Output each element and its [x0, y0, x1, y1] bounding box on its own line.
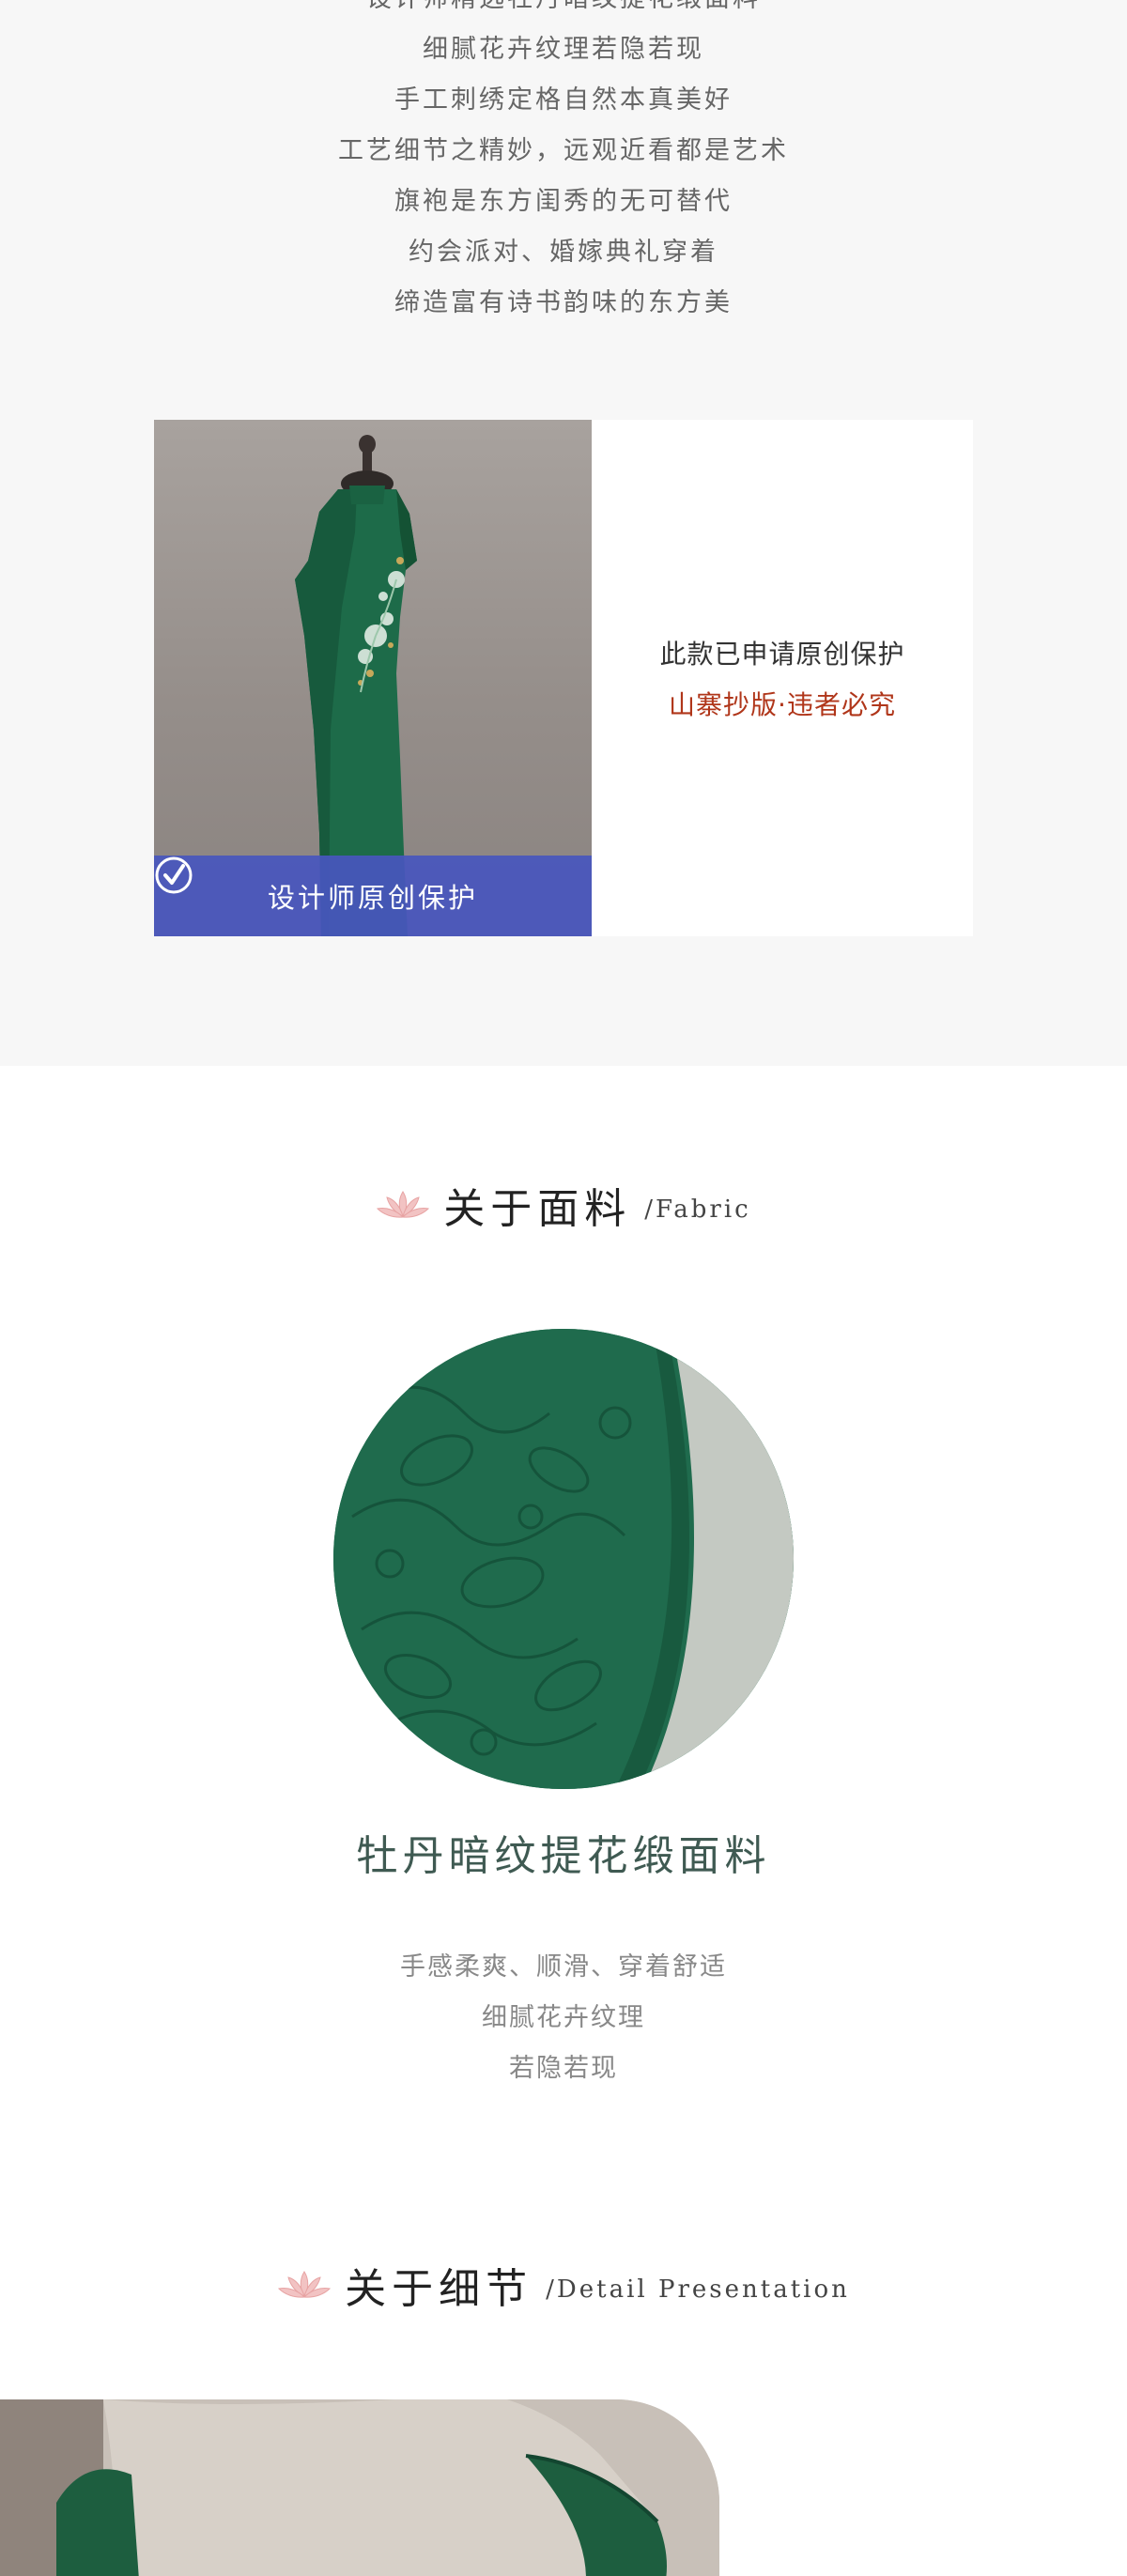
- original-design-badge: 设计师原创保护: [154, 856, 592, 936]
- fabric-closeup-photo: [333, 1329, 794, 1789]
- fabric-section-heading: 关于面料 /Fabric: [0, 1172, 1127, 1238]
- detail-photo: [0, 2399, 719, 2576]
- fabric-description: 手感柔爽、顺滑、穿着舒适 细腻花卉纹理 若隐若现: [0, 1942, 1127, 2094]
- intro-line: 旗袍是东方闺秀的无可替代: [394, 187, 733, 216]
- dress-photo: 设计师原创保护: [154, 420, 592, 936]
- detail-section-heading: 关于细节 /Detail Presentation: [0, 2252, 1127, 2318]
- intro-line: 手工刺绣定格自然本真美好: [394, 85, 733, 115]
- protection-notice-line: 此款已申请原创保护: [659, 639, 905, 670]
- intro-line: 细腻花卉纹理若隐若现: [423, 35, 704, 64]
- intro-line: 缔造富有诗书韵味的东方美: [394, 288, 733, 317]
- intro-text-lines: 设计师精选牡丹暗纹提花缎面料 细腻花卉纹理若隐若现 手工刺绣定格自然本真美好 工…: [0, 0, 1127, 329]
- protection-notice: 此款已申请原创保护 山寨抄版·违者必究: [592, 420, 973, 936]
- detail-section-subtitle: /Detail Presentation: [546, 2275, 850, 2304]
- collar-detail-illustration: [0, 2399, 719, 2576]
- intro-section: 设计师精选牡丹暗纹提花缎面料 细腻花卉纹理若隐若现 手工刺绣定格自然本真美好 工…: [0, 0, 1127, 1066]
- intro-line: 工艺细节之精妙，远观近看都是艺术: [338, 136, 789, 165]
- anti-copy-warning: 山寨抄版·违者必究: [669, 689, 896, 720]
- fabric-description-line: 细腻花卉纹理: [482, 2003, 645, 2032]
- original-protection-card: 设计师原创保护 此款已申请原创保护 山寨抄版·违者必究: [154, 420, 973, 936]
- fabric-description-line: 若隐若现: [509, 2054, 618, 2083]
- lotus-icon: [278, 2271, 332, 2298]
- fabric-description-line: 手感柔爽、顺滑、穿着舒适: [400, 1952, 727, 1982]
- badge-label: 设计师原创保护: [267, 882, 478, 914]
- check-circle-icon: [155, 856, 193, 894]
- intro-line: 设计师精选牡丹暗纹提花缎面料: [0, 0, 1127, 24]
- lotus-icon: [377, 1191, 430, 1218]
- fabric-section-subtitle: /Fabric: [644, 1195, 751, 1224]
- intro-line: 约会派对、婚嫁典礼穿着: [409, 238, 718, 267]
- product-detail-page: 设计师精选牡丹暗纹提花缎面料 细腻花卉纹理若隐若现 手工刺绣定格自然本真美好 工…: [0, 0, 1127, 2576]
- fabric-pattern: [333, 1329, 794, 1789]
- fabric-name: 牡丹暗纹提花缎面料: [356, 1832, 771, 1880]
- detail-section-title: 关于细节: [345, 2265, 533, 2313]
- fabric-section-title: 关于面料: [443, 1185, 632, 1233]
